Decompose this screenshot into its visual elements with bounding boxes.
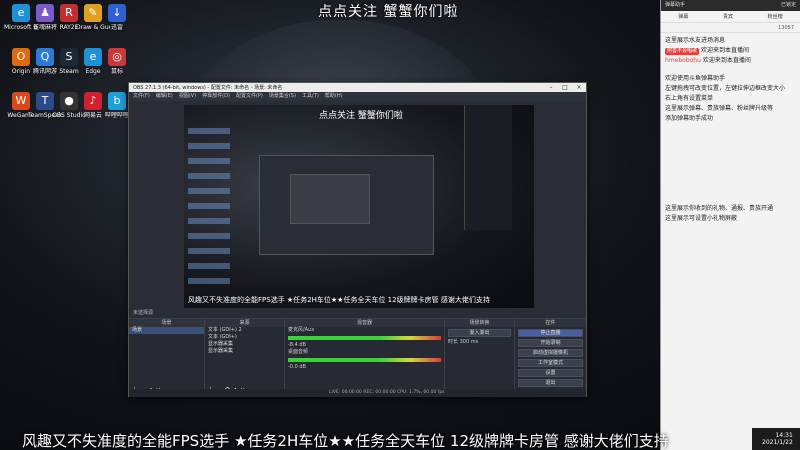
chat-message: 这里展示弹幕、贵族弹幕、粉丝牌升级等 (665, 105, 774, 112)
desktop-icon[interactable]: ↓ 迅雷 (100, 4, 134, 31)
system-clock[interactable]: 14:31 2021/1/22 (762, 432, 793, 446)
chat-body: 这里展示水友进场消息 阿善不会唱歌 欢迎来到本直播间 hmebobohu 欢迎来… (661, 33, 800, 229)
chat-header: 弹幕助手 已锁定 (661, 0, 800, 11)
mixer-channel-db: -8.4 dB (288, 342, 306, 348)
scenes-dock-title: 场景 (129, 319, 204, 327)
obs-docks: 场景 场景 ＋ − ∧ ∨ 来源 文本 (GDI+) 2 文本 (GDI+) 显… (129, 318, 586, 397)
mixer-channel-name: 麦克风/Aux (288, 327, 315, 333)
preview-desktop-icons (188, 119, 230, 289)
desktop-icon-label: 鼠标 (110, 68, 123, 75)
user-badge: 阿善不会唱歌 (665, 47, 700, 55)
preview-nested-obs (259, 155, 434, 255)
source-item[interactable]: 显示器采集 (205, 348, 284, 355)
start-recording-button[interactable]: 开始录制 (518, 339, 583, 347)
obs-menu-item[interactable]: 文件(F) (133, 92, 150, 101)
source-item[interactable]: 显示器采集 (205, 341, 284, 348)
obs-menu-item[interactable]: 视图(V) (179, 92, 196, 101)
obs-window[interactable]: OBS 27.1.3 (64-bit, windows) - 配置文件: 未命名… (128, 82, 587, 397)
tab-danmaku[interactable]: 弹幕 (678, 11, 688, 22)
source-item[interactable]: 文本 (GDI+) 2 (205, 327, 284, 334)
minimize-icon[interactable]: – (544, 83, 558, 92)
controls-dock: 控件 停止直播 开始录制 启动虚拟摄像机 工作室模式 设置 退出 (515, 319, 586, 397)
exit-button[interactable]: 退出 (518, 379, 583, 387)
chat-message: 添加弹幕助手成功 (665, 115, 714, 122)
chat-message: 这里展示水友进场消息 (665, 37, 726, 44)
app-icon: ↓ (108, 4, 126, 22)
desktop-volume-meter[interactable] (288, 358, 441, 362)
stop-stream-button[interactable]: 停止直播 (518, 329, 583, 337)
chat-message-text: 欢迎来到本直播间 (701, 47, 750, 54)
tab-fans[interactable]: 粉丝榜 (768, 11, 783, 22)
obs-menu-item[interactable]: 编辑(E) (156, 92, 173, 101)
close-icon[interactable]: × (572, 83, 586, 92)
tab-vip[interactable]: 贵宾 (723, 11, 733, 22)
clock-date: 2021/1/22 (762, 439, 793, 446)
desktop: eMicrosoft Edge♟雀魂麻将RRAY2E✎Draw & Guess↓… (0, 0, 800, 450)
chat-header-title: 弹幕助手 (665, 2, 686, 8)
controls-dock-title: 控件 (515, 319, 586, 327)
obs-menu-item[interactable]: 场景集合(S) (269, 92, 296, 101)
obs-titlebar[interactable]: OBS 27.1.3 (64-bit, windows) - 配置文件: 未命名… (129, 83, 586, 92)
chat-message: 欢迎使用斗鱼弹幕助手 (665, 75, 726, 82)
obs-title: OBS 27.1.3 (64-bit, windows) - 配置文件: 未命名… (133, 85, 283, 91)
chat-message: hmebobohu 欢迎来到本直播间 (665, 57, 796, 65)
obs-statusbar: LIVE: 00:00:00 REC: 00:00:00 CPU: 1.7%, … (129, 389, 586, 397)
transitions-dock-title: 场景转换 (445, 319, 514, 327)
chat-message: 这里展示可设置小礼物屏蔽 (665, 215, 738, 222)
transitions-dock: 场景转换 渐入渐出 时长 300 ms (445, 319, 515, 397)
preview-bottom-caption: 风趣又不失准度的全能FPS选手 ★任务2H车位★★任务全天车位 12级牌牌卡房管… (188, 296, 490, 304)
source-item[interactable]: 文本 (GDI+) (205, 334, 284, 341)
mixer-channel-name: 桌面音频 (288, 349, 309, 355)
obs-preview[interactable]: 点点关注 蟹蟹你们啦 风趣又不失准度的全能FPS选手 ★任务2H车位★★任务全天… (184, 105, 534, 308)
obs-menu-item[interactable]: 帮助(H) (325, 92, 343, 101)
username: hmebobohu (665, 57, 701, 64)
clock-time: 14:31 (775, 432, 793, 439)
mixer-channel-db: -0.0 dB (288, 364, 306, 370)
scenes-dock: 场景 场景 ＋ − ∧ ∨ (129, 319, 205, 397)
duration-label: 时长 300 ms (445, 339, 514, 346)
chat-tabs: 弹幕 贵宾 粉丝榜 (661, 11, 800, 23)
chat-stats: 13057 (661, 23, 800, 33)
mixer-dock-title: 混音器 (285, 319, 444, 327)
app-icon: b (108, 92, 126, 110)
top-caption: 点点关注 蟹蟹你们啦 (318, 4, 459, 20)
chat-message: 左键拖拽可改变位置，左键拉伸边框改变大小 (665, 85, 786, 92)
chat-message-text: 欢迎来到本直播间 (702, 57, 751, 64)
source-status-label: 未选择源 (133, 310, 154, 316)
preview-top-caption: 点点关注 蟹蟹你们啦 (319, 111, 403, 121)
app-icon: ◎ (108, 48, 126, 66)
obs-menu-item[interactable]: 配置文件(P) (236, 92, 263, 101)
chat-lock-status[interactable]: 已锁定 (781, 0, 796, 11)
obs-menubar: 文件(F) 编辑(E) 视图(V) 停靠部件(D) 配置文件(P) 场景集合(S) 工具(T… (129, 92, 586, 101)
chat-message: 这里展示你收到的礼物、通报、贵族开通 (665, 205, 774, 212)
chat-message: 阿善不会唱歌 欢迎来到本直播间 (665, 47, 796, 55)
mic-volume-meter[interactable] (288, 336, 441, 340)
obs-menu-item[interactable]: 停靠部件(D) (202, 92, 230, 101)
virtual-camera-button[interactable]: 启动虚拟摄像机 (518, 349, 583, 357)
preview-chat-panel (464, 105, 512, 230)
obs-menu-item[interactable]: 工具(T) (302, 92, 319, 101)
chat-message: 右上角有设置菜单 (665, 95, 714, 102)
desktop-icon[interactable]: ◎ 鼠标 (100, 48, 134, 75)
studio-mode-button[interactable]: 工作室模式 (518, 359, 583, 367)
sources-dock-title: 来源 (205, 319, 284, 327)
preview-nested-obs-2 (290, 174, 370, 224)
transition-select[interactable]: 渐入渐出 (448, 329, 511, 337)
duration-value[interactable]: 300 ms (460, 339, 479, 345)
mixer-dock: 混音器 麦克风/Aux -8.4 dB 桌面音频 -0.0 dB (285, 319, 445, 397)
maximize-icon[interactable]: □ (558, 83, 572, 92)
sources-dock: 来源 文本 (GDI+) 2 文本 (GDI+) 显示器采集 显示器采集 ＋ −… (205, 319, 285, 397)
scene-item[interactable]: 场景 (129, 327, 204, 334)
settings-button[interactable]: 设置 (518, 369, 583, 377)
duration-label-text: 时长 (448, 339, 459, 345)
danmaku-chat-panel[interactable]: 弹幕助手 已锁定 弹幕 贵宾 粉丝榜 13057 这里展示水友进场消息 阿善不会… (660, 0, 800, 450)
bottom-caption: 风趣又不失准度的全能FPS选手 ★任务2H车位★★任务全天车位 12级牌牌卡房管… (22, 432, 669, 450)
desktop-icon-label: 迅雷 (110, 24, 123, 31)
